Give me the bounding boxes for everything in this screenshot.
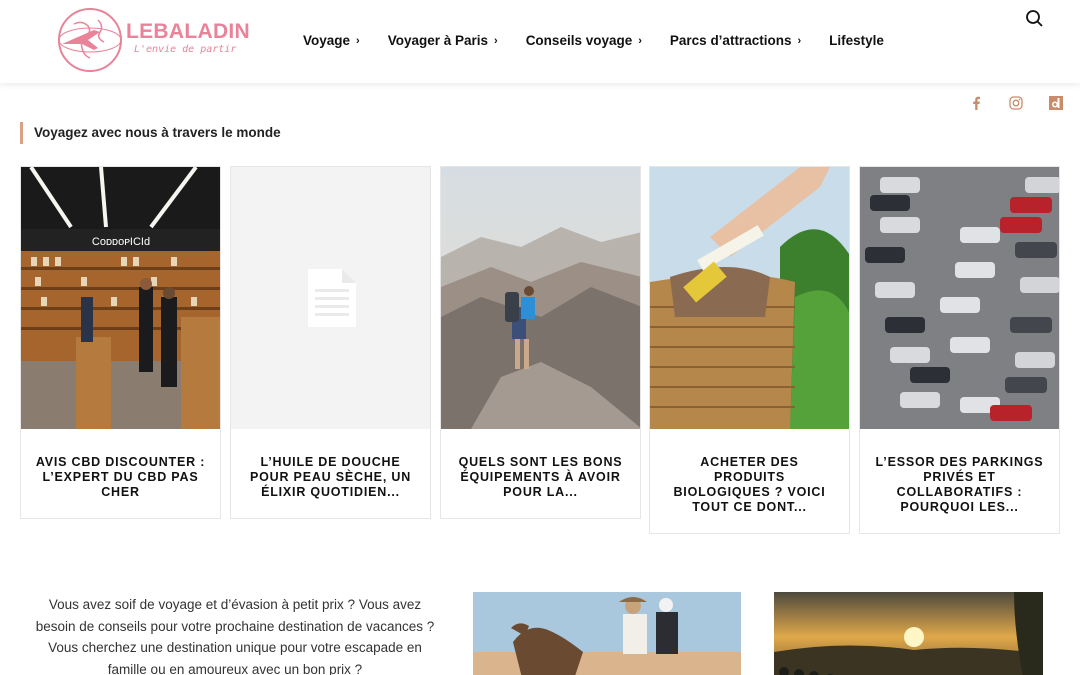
facebook-icon[interactable] xyxy=(956,95,996,111)
nav-label: Voyager à Paris xyxy=(387,33,489,48)
nav-item-lifestyle[interactable]: Lifestyle xyxy=(829,33,884,48)
search-button[interactable] xyxy=(1024,8,1044,28)
logo-wordmark: LEBALADIN xyxy=(126,20,251,43)
article-thumbnail-hiker[interactable] xyxy=(441,167,640,429)
article-card[interactable]: CᴏᴅᴅᴏᴘICId AVIS CBD DISCOUNTER: L’EXPER… xyxy=(20,166,221,519)
instagram-icon[interactable] xyxy=(996,95,1036,111)
social-links xyxy=(956,95,1076,111)
nav-item-parcs-attractions[interactable]: Parcs d’attractions › xyxy=(670,33,801,48)
article-card[interactable]: L’HUILE DE DOUCHE POUR PEAU SÈCHE, UN ÉL… xyxy=(230,166,431,519)
article-thumbnail-cbd-store[interactable]: CᴏᴅᴅᴏᴘICId xyxy=(21,167,220,429)
nav-label: Voyage xyxy=(303,33,351,48)
article-grid: CᴏᴅᴅᴏᴘICId AVIS CBD DISCOUNTER: L’EXPER… xyxy=(20,166,1060,536)
nav-label: Lifestyle xyxy=(829,33,884,48)
logo-tagline: L'envie de partir xyxy=(134,44,237,55)
article-title[interactable]: AVIS CBD DISCOUNTER : L’EXPERT DU CBD PA… xyxy=(21,429,220,518)
site-logo[interactable]: LEBALADIN L'envie de partir xyxy=(54,6,250,74)
section-title: Voyagez avec nous à travers le monde xyxy=(20,122,281,144)
nav-item-voyage[interactable]: Voyage › xyxy=(303,33,360,48)
article-card[interactable]: L’ESSOR DES PARKINGS PRIVÉS ET COLLABORA… xyxy=(859,166,1060,534)
chevron-right-icon: › xyxy=(356,34,360,47)
article-thumbnail-parking[interactable] xyxy=(860,167,1059,429)
article-card[interactable]: ACHETER DES PRODUITS BIOLOGIQUES ? VOICI… xyxy=(649,166,850,534)
article-title[interactable]: ACHETER DES PRODUITS BIOLOGIQUES ? VOICI… xyxy=(650,429,849,533)
article-title[interactable]: L’HUILE DE DOUCHE POUR PEAU SÈCHE, UN ÉL… xyxy=(231,429,430,518)
nav-item-voyager-a-paris[interactable]: Voyager à Paris › xyxy=(388,33,498,48)
article-thumbnail-placeholder[interactable] xyxy=(231,167,430,429)
store-sign-text: CᴏᴅᴅᴏᴘICId xyxy=(92,236,150,248)
nav-item-conseils-voyage[interactable]: Conseils voyage › xyxy=(526,33,642,48)
search-icon xyxy=(1026,10,1043,27)
site-header: LEBALADIN L'envie de partir Voyage › Voy… xyxy=(0,0,1080,83)
dailymotion-icon[interactable] xyxy=(1036,95,1076,111)
nav-label: Parcs d’attractions xyxy=(669,33,792,48)
chevron-right-icon: › xyxy=(494,34,498,47)
chevron-right-icon: › xyxy=(797,34,802,47)
nav-label: Conseils voyage xyxy=(525,33,633,48)
article-thumbnail-basket[interactable] xyxy=(650,167,849,429)
article-card[interactable]: QUELS SONT LES BONS ÉQUIPEMENTS À AVOIR … xyxy=(440,166,641,519)
chevron-right-icon: › xyxy=(638,34,642,47)
camel-desert-image[interactable] xyxy=(473,592,741,675)
sunset-landscape-image[interactable] xyxy=(774,592,1043,675)
article-title[interactable]: QUELS SONT LES BONS ÉQUIPEMENTS À AVOIR … xyxy=(441,429,640,518)
document-icon xyxy=(231,167,430,429)
main-nav: Voyage › Voyager à Paris › Conseils voya… xyxy=(303,33,912,48)
article-title[interactable]: L’ESSOR DES PARKINGS PRIVÉS ET COLLABORA… xyxy=(860,429,1059,533)
intro-paragraph: Vous avez soif de voyage et d’évasion à … xyxy=(35,597,435,675)
